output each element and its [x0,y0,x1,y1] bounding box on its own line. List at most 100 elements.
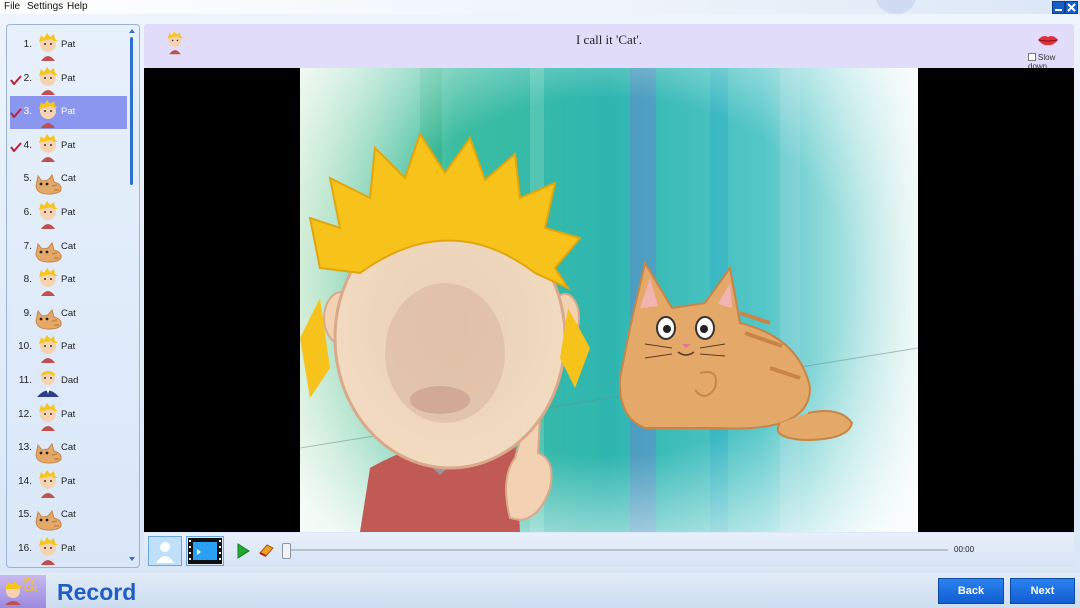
app-logo: My Cat [0,575,46,608]
menu-bar: File Settings Help [0,0,1080,14]
line-number: 9. [23,307,32,319]
character-name: Pat [61,72,76,84]
list-item[interactable]: 7. Cat [10,231,127,264]
pat-avatar-icon [39,33,58,61]
line-list: 1. Pat 2. Pat 3. Pat 4. Pat 5. Cat 6. Pat 7. Cat 8. Pat… [6,24,140,568]
list-item[interactable]: 8. Pat [10,264,127,297]
line-number: 5. [23,173,32,185]
lips-icon[interactable] [1037,34,1059,46]
list-item[interactable]: 6. Pat [10,197,127,230]
eraser-icon[interactable] [258,542,274,558]
checkbox-box[interactable] [1028,53,1036,61]
line-number: 10. [18,341,32,353]
list-item[interactable]: 12. Pat [10,399,127,432]
checkmark-icon [10,108,22,119]
logo-avatar-icon [5,581,21,605]
time-display: 00:00 [954,545,975,554]
list-item[interactable]: 10. Pat [10,331,127,364]
character-name: Pat [61,106,76,118]
line-number: 13. [18,442,32,454]
cat-avatar-icon [35,308,62,330]
bottom-bar: My Cat Record Back Next [0,573,1080,608]
line-number: 15. [18,509,32,521]
cat-avatar-icon [35,241,62,263]
minimize-icon [1055,9,1062,11]
line-number: 11. [18,375,32,386]
pat-avatar-icon [39,335,58,364]
film-icon [188,538,222,564]
pat-avatar-icon [39,537,58,565]
video-mode-button[interactable] [186,536,224,566]
character-name: Pat [61,408,76,420]
character-name: Cat [61,240,76,252]
line-number: 16. [18,543,32,554]
dad-avatar-icon [37,371,59,397]
decorative-bubble [876,0,916,14]
line-number: 12. [18,408,32,420]
character-name: Pat [61,139,76,151]
character-name: Cat [61,509,76,521]
player-controls: 00:00 [144,533,1074,567]
line-number: 14. [18,475,32,487]
minimize-button[interactable] [1052,1,1065,14]
menu-settings[interactable]: Settings [27,0,63,13]
cat-avatar-icon [35,174,62,195]
pat-avatar-icon [39,469,58,498]
scroll-down-icon[interactable] [129,557,135,561]
pat-avatar [167,31,184,55]
video-player[interactable] [144,68,1074,532]
pat-avatar-icon [39,201,58,229]
play-icon[interactable] [236,543,250,559]
list-item[interactable]: 11. Dad [10,365,127,398]
character-name: Cat [61,307,76,319]
logo-text: My Cat [24,576,37,593]
subtitle-bar: I call it 'Cat'. Slow down [144,24,1074,71]
cat-avatar-icon [35,443,62,464]
list-item[interactable]: 14. Pat [10,466,127,499]
list-item[interactable]: 15. Cat [10,499,127,532]
line-number: 6. [23,207,32,218]
character-name: Pat [61,341,76,353]
list-item[interactable]: 9. Cat [10,298,127,331]
progress-handle[interactable] [282,543,291,559]
pat-avatar-icon [39,66,58,95]
list-item[interactable]: 5. Cat [10,163,127,196]
list-item[interactable]: 4. Pat [10,130,127,163]
list-item[interactable]: 13. Cat [10,432,127,465]
menu-file[interactable]: File [4,0,20,13]
person-icon [156,542,174,563]
list-item[interactable]: 16. Pat [10,533,127,566]
scrollbar-thumb[interactable] [130,37,133,185]
line-number: 1. [23,39,32,50]
line-number: 8. [23,274,32,286]
character-name: Pat [61,274,76,286]
pat-avatar-icon [39,268,58,297]
next-button[interactable]: Next [1010,578,1075,604]
close-button[interactable] [1065,1,1078,14]
back-button[interactable]: Back [938,578,1004,604]
checkmark-icon [10,74,22,85]
pat-avatar-icon [39,402,58,431]
character-name: Cat [61,442,76,454]
cat-avatar-icon [35,510,62,531]
pat-avatar-icon [39,100,58,129]
character-name: Cat [61,173,76,185]
list-item[interactable]: 1. Pat [10,29,127,62]
checkmark-icon [10,142,22,152]
record-mode-button[interactable] [148,536,182,566]
character-name: Dad [61,375,79,386]
menu-help[interactable]: Help [67,0,88,13]
progress-track[interactable] [286,549,948,551]
character-name: Pat [61,475,76,487]
subtitle-text: I call it 'Cat'. [575,32,643,47]
character-name: Pat [61,39,76,50]
character-name: Pat [61,543,76,554]
line-number: 7. [23,240,32,252]
list-item[interactable]: 2. Pat [10,63,127,96]
close-icon [1067,3,1076,12]
list-item[interactable]: 3. Pat [10,96,127,130]
page-title: Record [57,579,137,605]
pat-avatar-icon [39,133,58,162]
video-frame [300,68,918,532]
scroll-up-icon[interactable] [129,29,135,33]
